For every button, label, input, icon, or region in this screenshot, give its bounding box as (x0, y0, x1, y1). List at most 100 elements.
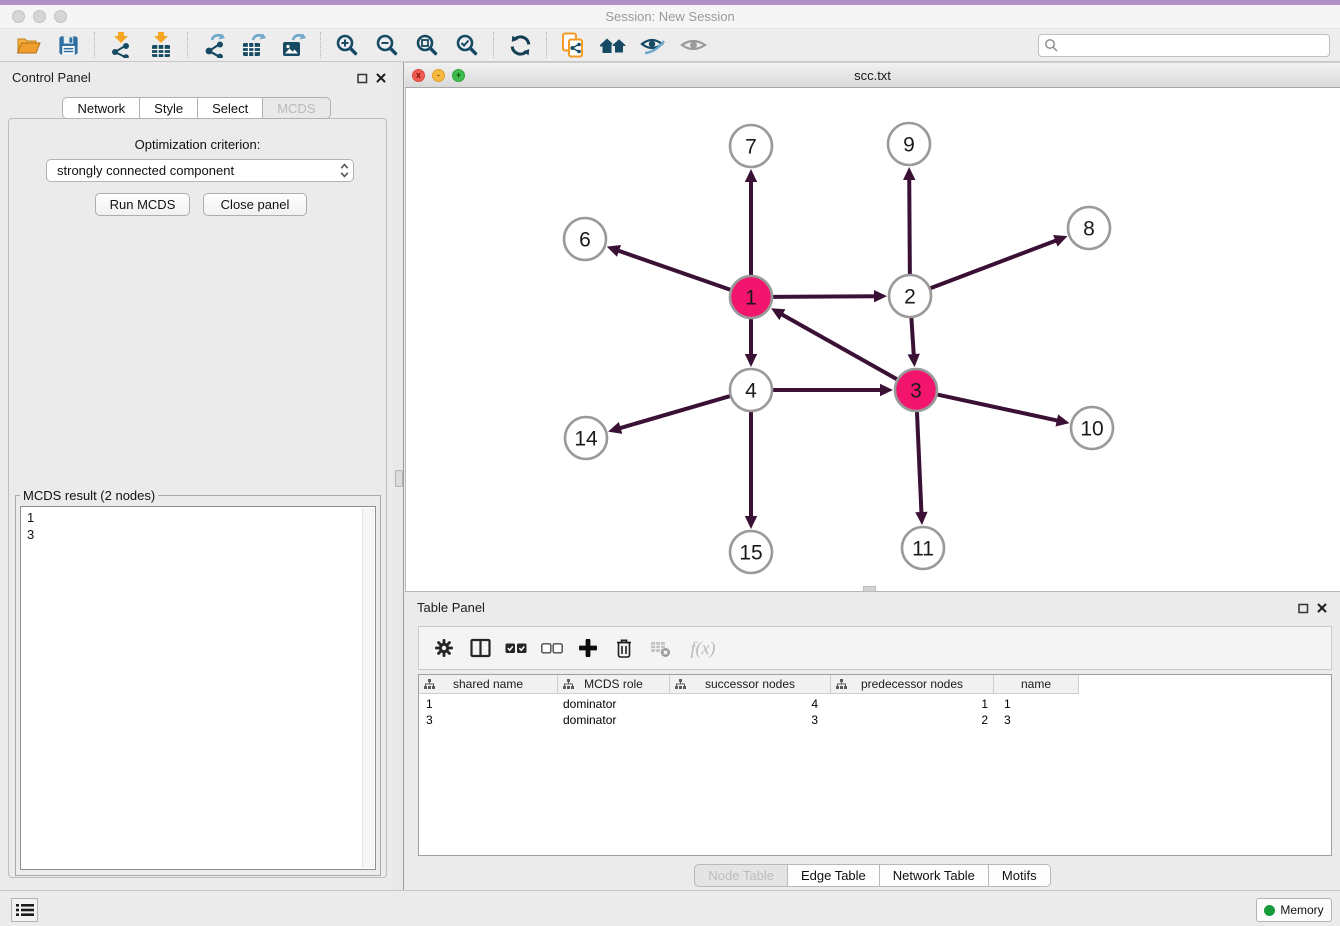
memory-button[interactable]: Memory (1256, 898, 1332, 922)
edge-arrowhead (915, 512, 927, 525)
column-header-name[interactable]: name (994, 675, 1079, 694)
column-header-mcds-role[interactable]: MCDS role (558, 675, 670, 694)
select-all-check-button[interactable] (501, 632, 531, 664)
zoom-out-button[interactable] (367, 30, 407, 60)
first-neighbors-button[interactable] (593, 30, 633, 60)
tab-motifs[interactable]: Motifs (989, 864, 1051, 887)
mcds-tab-pane: Optimization criterion: strongly connect… (8, 118, 387, 878)
edge-3-11[interactable] (917, 410, 922, 515)
network-window-titlebar[interactable]: x - + scc.txt (405, 62, 1340, 88)
edge-2-8[interactable] (929, 240, 1058, 289)
column-label: MCDS role (584, 677, 643, 691)
edge-4-14[interactable] (618, 396, 732, 429)
minimize-network-button[interactable]: - (432, 69, 445, 82)
horizontal-splitter-handle[interactable] (863, 586, 876, 592)
deselect-all-check-button[interactable] (537, 632, 567, 664)
graph-node-label: 2 (904, 285, 916, 308)
close-network-button[interactable]: x (412, 69, 425, 82)
float-panel-button[interactable] (355, 71, 369, 85)
add-row-button[interactable] (573, 632, 603, 664)
toolbar-separator (94, 32, 95, 58)
table-options-button[interactable] (429, 632, 459, 664)
vertical-splitter-handle[interactable] (395, 470, 403, 487)
export-table-button[interactable] (234, 30, 274, 60)
mcds-result-node: 1 (21, 507, 375, 526)
function-builder-button[interactable]: f(x) (681, 632, 725, 664)
close-panel-button[interactable]: Close panel (203, 193, 307, 216)
edge-arrowhead (903, 167, 915, 180)
mcds-result-list[interactable]: 1 3 (20, 506, 376, 870)
zoom-in-button[interactable] (327, 30, 367, 60)
tab-select[interactable]: Select (198, 97, 263, 119)
zoom-selected-button[interactable] (447, 30, 487, 60)
column-header-successor-nodes[interactable]: successor nodes (670, 675, 831, 694)
edge-1-2[interactable] (771, 296, 877, 297)
show-panels-button[interactable] (11, 898, 38, 922)
zoom-fit-button[interactable] (407, 30, 447, 60)
graph-node-label: 10 (1080, 417, 1103, 440)
tab-node-table[interactable]: Node Table (694, 864, 788, 887)
import-network-button[interactable] (101, 30, 141, 60)
import-table-button[interactable] (141, 30, 181, 60)
tab-edge-table[interactable]: Edge Table (788, 864, 880, 887)
toolbar-separator (493, 32, 494, 58)
tab-network[interactable]: Network (62, 97, 140, 119)
delete-row-button[interactable] (609, 632, 639, 664)
tab-network-table[interactable]: Network Table (880, 864, 989, 887)
close-table-panel-button[interactable] (1315, 601, 1329, 615)
export-network-button[interactable] (194, 30, 234, 60)
hide-selected-button[interactable] (633, 30, 673, 60)
show-all-button[interactable] (673, 30, 713, 60)
tab-style[interactable]: Style (140, 97, 198, 119)
column-header-predecessor-nodes[interactable]: predecessor nodes (831, 675, 994, 694)
node-table[interactable]: shared name MCDS role successor nodes pr… (418, 674, 1332, 856)
edge-arrowhead (745, 516, 757, 529)
close-icon (376, 73, 386, 83)
maximize-network-button[interactable]: + (452, 69, 465, 82)
criterion-dropdown[interactable]: strongly connected component (46, 159, 354, 182)
edge-arrowhead (607, 245, 621, 257)
edge-1-6[interactable] (616, 250, 732, 291)
clone-network-button[interactable] (553, 30, 593, 60)
edge-arrowhead (745, 169, 757, 182)
memory-status-dot (1264, 905, 1275, 916)
result-scrollbar-track[interactable] (362, 508, 374, 868)
edge-3-1[interactable] (780, 313, 899, 380)
column-label: name (1021, 677, 1051, 691)
apply-layout-button[interactable] (500, 30, 540, 60)
graph-node-label: 7 (745, 135, 757, 158)
export-table-icon (241, 32, 267, 58)
show-columns-button[interactable] (465, 632, 495, 664)
edge-2-3[interactable] (911, 316, 914, 357)
table-toolbar: f(x) (418, 626, 1332, 670)
run-mcds-button[interactable]: Run MCDS (95, 193, 190, 216)
open-session-button[interactable] (8, 30, 48, 60)
float-icon (357, 73, 368, 84)
network-canvas[interactable]: 7968124314101511 (405, 88, 1340, 592)
graph-node-label: 8 (1083, 217, 1095, 240)
edge-3-10[interactable] (936, 394, 1060, 421)
float-table-panel-button[interactable] (1296, 601, 1310, 615)
main-toolbar (0, 28, 1340, 62)
search-input[interactable] (1038, 34, 1330, 57)
tab-mcds[interactable]: MCDS (263, 97, 330, 119)
houses-icon (599, 34, 627, 56)
delete-table-button[interactable] (645, 632, 675, 664)
table-row[interactable]: 3 dominator 3 2 3 (419, 712, 1332, 728)
cell-mcds-role: dominator (558, 712, 670, 728)
save-session-button[interactable] (48, 30, 88, 60)
edge-2-9[interactable] (909, 177, 910, 276)
clone-network-icon (561, 32, 585, 59)
close-panel-icon-button[interactable] (374, 71, 388, 85)
column-header-shared-name[interactable]: shared name (419, 675, 558, 694)
table-panel-tabs: Node Table Edge Table Network Table Moti… (405, 864, 1340, 887)
status-bar: Memory (0, 890, 1340, 926)
edge-arrowhead (1056, 414, 1070, 426)
export-image-button[interactable] (274, 30, 314, 60)
table-row[interactable]: 1 dominator 4 1 1 (419, 696, 1332, 712)
refresh-icon (508, 33, 533, 58)
graph-node-label: 3 (910, 379, 922, 402)
graph-node-label: 4 (745, 379, 757, 402)
unchecked-boxes-icon (541, 643, 563, 654)
column-label: predecessor nodes (861, 677, 963, 691)
